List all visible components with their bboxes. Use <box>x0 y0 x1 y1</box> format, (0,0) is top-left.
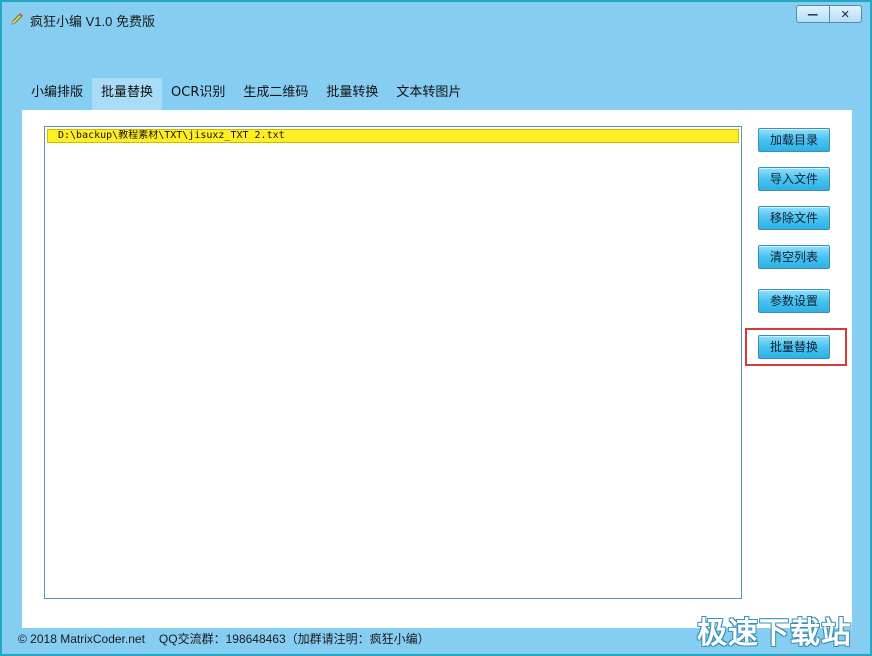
list-item[interactable]: D:\backup\教程素材\TXT\jisuxz_TXT 2.txt <box>47 129 739 143</box>
close-button[interactable]: ✕ <box>828 6 862 22</box>
file-list[interactable]: D:\backup\教程素材\TXT\jisuxz_TXT 2.txt <box>44 126 742 599</box>
content-panel: D:\backup\教程素材\TXT\jisuxz_TXT 2.txt 加载目录… <box>22 110 852 628</box>
minimize-button[interactable]: — <box>797 6 829 22</box>
settings-button[interactable]: 参数设置 <box>758 289 830 313</box>
load-directory-button[interactable]: 加载目录 <box>758 128 830 152</box>
title-bar: 疯狂小编 V1.0 免费版 — ✕ <box>2 2 870 36</box>
tab-batch-convert[interactable]: 批量转换 <box>317 78 387 110</box>
window-title: 疯狂小编 V1.0 免费版 <box>30 14 155 29</box>
pencil-icon <box>10 11 24 25</box>
window-controls: — ✕ <box>796 5 862 23</box>
copyright-text: © 2018 MatrixCoder.net <box>18 632 145 646</box>
clear-list-button[interactable]: 清空列表 <box>758 245 830 269</box>
tab-ocr[interactable]: OCR识别 <box>162 78 234 110</box>
watermark-logo: 极速下载站 <box>697 616 852 651</box>
batch-replace-button[interactable]: 批量替换 <box>758 335 830 359</box>
status-footer: © 2018 MatrixCoder.net QQ交流群：198648463（加群… <box>18 630 430 647</box>
tab-bar: 小编排版 批量替换 OCR识别 生成二维码 批量转换 文本转图片 <box>22 78 470 110</box>
tab-qrcode[interactable]: 生成二维码 <box>234 78 317 110</box>
tab-text-to-image[interactable]: 文本转图片 <box>387 78 470 110</box>
tab-layout[interactable]: 小编排版 <box>22 78 92 110</box>
qq-group-text: QQ交流群：198648463（加群请注明：疯狂小编） <box>158 632 430 646</box>
import-file-button[interactable]: 导入文件 <box>758 167 830 191</box>
app-window: 疯狂小编 V1.0 免费版 — ✕ 小编排版 批量替换 OCR识别 生成二维码 … <box>0 0 872 656</box>
remove-file-button[interactable]: 移除文件 <box>758 206 830 230</box>
tab-batch-replace[interactable]: 批量替换 <box>92 78 163 110</box>
